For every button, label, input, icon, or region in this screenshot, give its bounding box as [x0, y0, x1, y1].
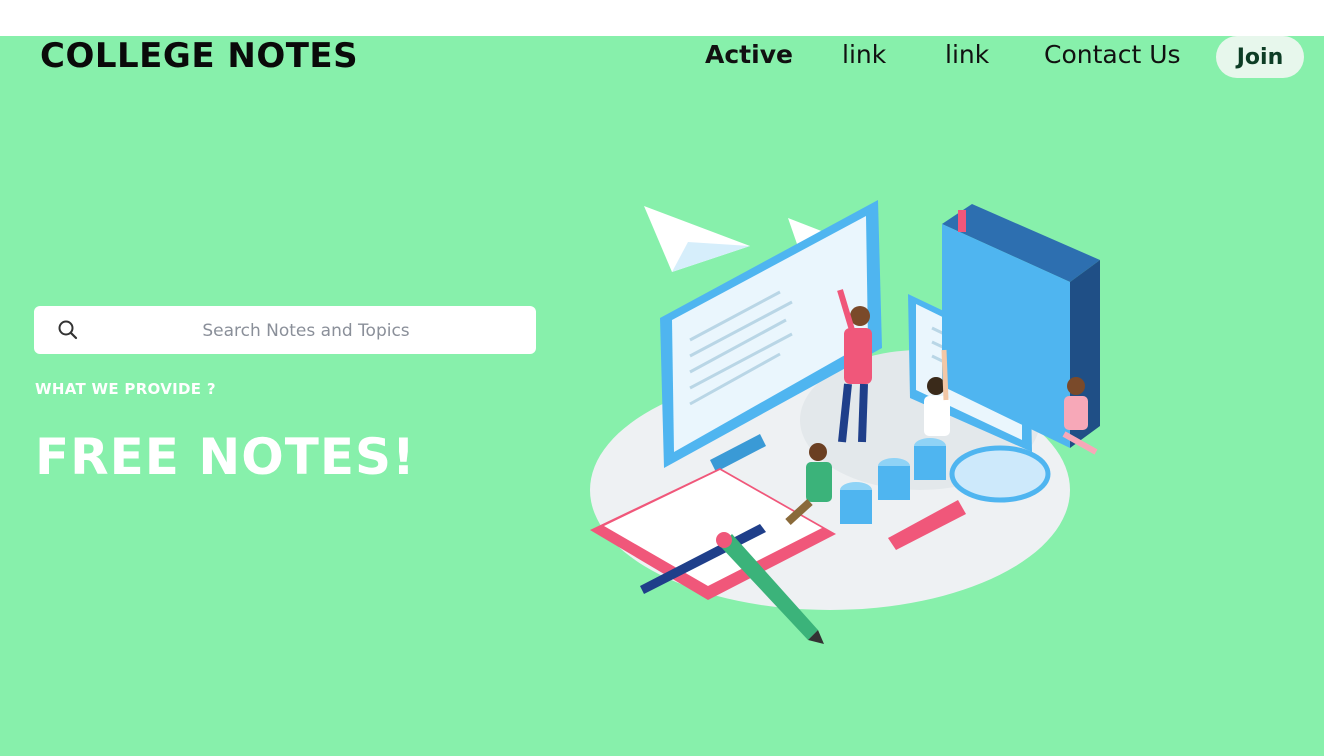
nav-link-active[interactable]: Active: [705, 40, 793, 69]
join-button[interactable]: Join: [1216, 36, 1304, 78]
section-kicker: WHAT WE PROVIDE ?: [35, 380, 216, 398]
nav-link-2[interactable]: link: [945, 40, 989, 69]
search-bar[interactable]: [34, 306, 536, 356]
hero-title: FREE NOTES!: [35, 428, 416, 486]
study-illustration: [560, 190, 1140, 660]
search-input[interactable]: [94, 306, 518, 356]
main-nav: Active link link Contact Us: [0, 40, 1324, 74]
top-bar: [0, 0, 1324, 36]
nav-link-1[interactable]: link: [842, 40, 886, 69]
search-icon[interactable]: [56, 318, 80, 342]
nav-link-contact-us[interactable]: Contact Us: [1044, 40, 1181, 69]
